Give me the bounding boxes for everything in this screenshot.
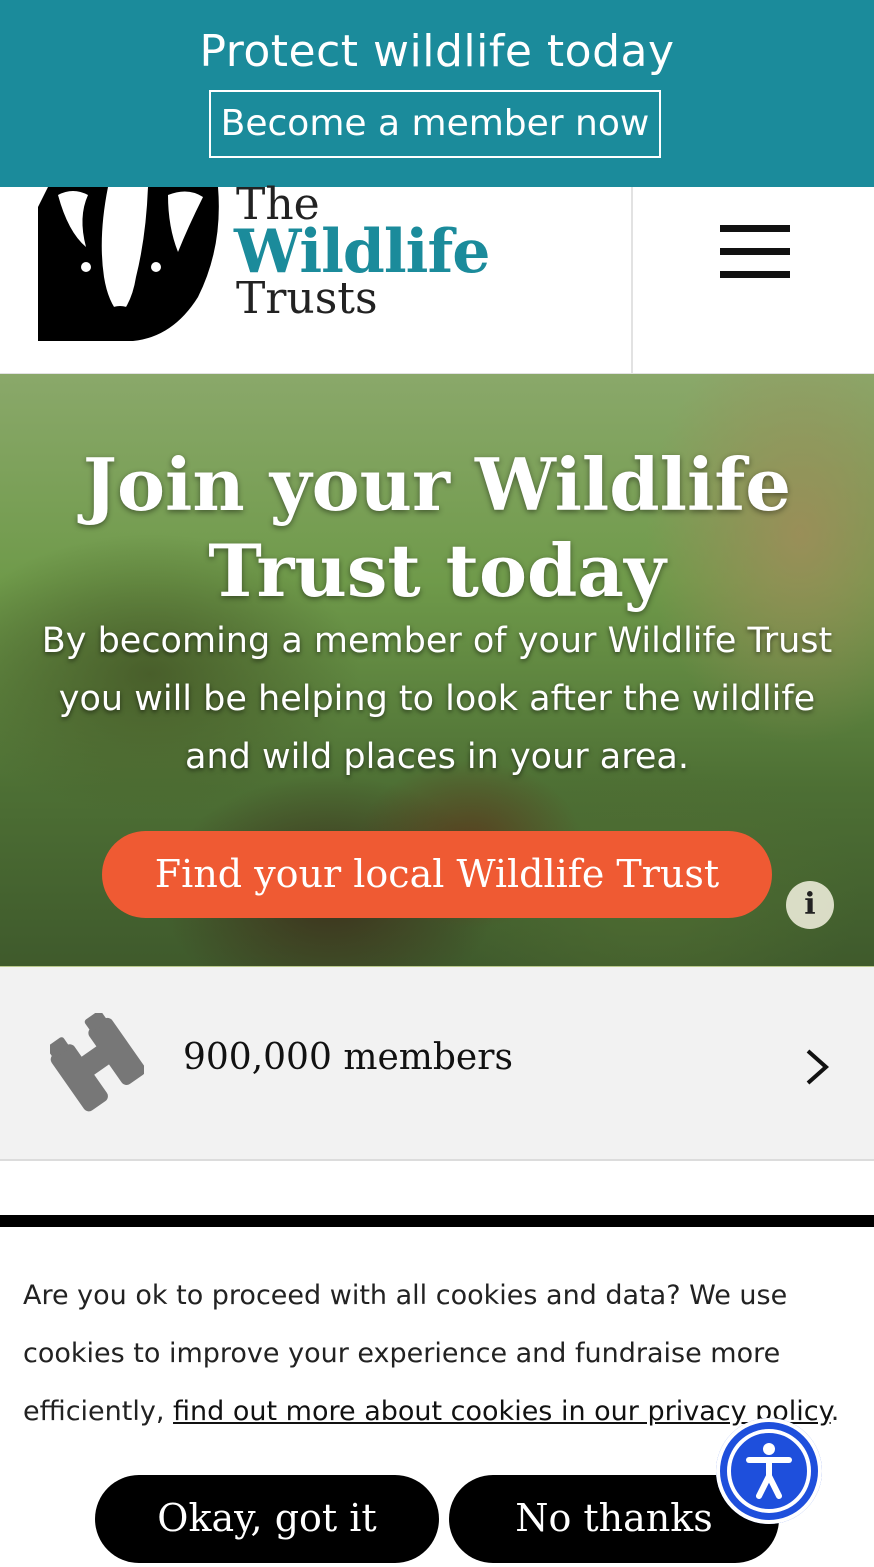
promo-banner: Protect wildlife today Become a member n… xyxy=(0,0,874,187)
become-member-button[interactable]: Become a member now xyxy=(209,90,661,158)
badger-logo-icon xyxy=(38,187,219,341)
info-icon[interactable]: i xyxy=(786,881,834,929)
accessibility-icon xyxy=(727,1429,811,1513)
hamburger-icon[interactable] xyxy=(720,225,790,279)
members-stat-label: 900,000 members xyxy=(183,1037,513,1078)
members-stat-row[interactable]: 900,000 members xyxy=(0,967,874,1161)
chevron-right-icon xyxy=(806,1049,830,1085)
accessibility-button[interactable] xyxy=(716,1418,822,1524)
binoculars-icon xyxy=(50,1013,144,1112)
wildlife-trusts-logo[interactable]: The Wildlife Trusts xyxy=(38,179,498,347)
site-header: The Wildlife Trusts xyxy=(0,179,874,375)
cookie-message: Are you ok to proceed with all cookies a… xyxy=(23,1267,843,1441)
hero-title: Join your Wildlife Trust today xyxy=(82,442,792,613)
cookie-message-end: . xyxy=(830,1396,840,1427)
logo-text-trusts: Trusts xyxy=(236,273,378,324)
header-divider xyxy=(631,187,633,373)
accept-cookies-button[interactable]: Okay, got it xyxy=(95,1475,439,1563)
next-stat-row xyxy=(0,1161,874,1221)
hero-description: By becoming a member of your Wildlife Tr… xyxy=(41,621,833,777)
find-local-trust-button[interactable]: Find your local Wildlife Trust xyxy=(102,831,772,918)
promo-title: Protect wildlife today xyxy=(199,26,675,77)
hero-section: Join your Wildlife Trust today By becomi… xyxy=(0,374,874,968)
